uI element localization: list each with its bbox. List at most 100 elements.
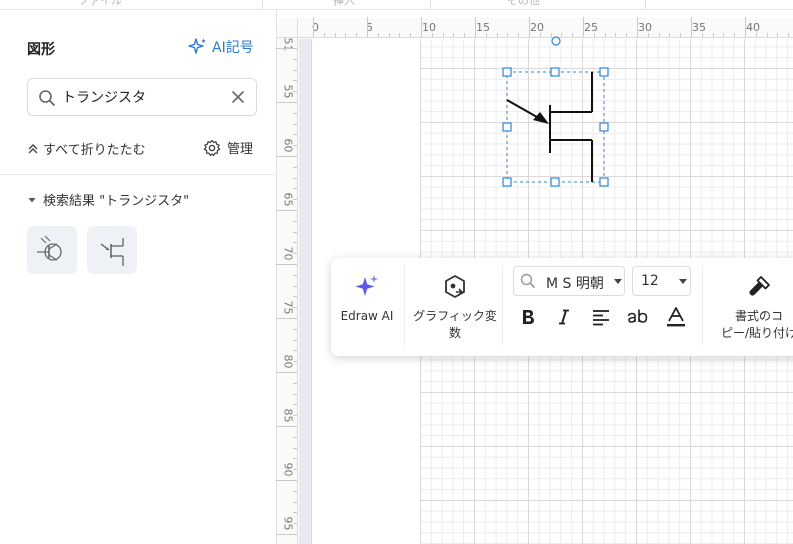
hruler-label: 15 [476,21,490,34]
caret-down-icon [28,197,36,202]
top-tab-strip: ファイル 挿入 その他 [0,0,793,10]
lowercase-ab-icon [627,309,648,323]
selected-transistor-shape[interactable] [498,35,618,195]
resize-handle[interactable] [550,177,560,187]
ruler-tick [293,220,297,222]
ruler-tick [293,436,297,438]
clear-search-icon[interactable] [230,89,246,105]
ruler-tick [276,372,297,373]
format-painter-label-2: ピー/貼り付け [720,326,793,340]
bold-button[interactable] [514,303,542,331]
graphic-variable-button[interactable]: グラフィック変 数 [411,272,499,350]
manage-button[interactable]: 管理 [203,138,253,157]
sparkle-icon [188,38,206,54]
graphic-variable-label-1: グラフィック変 [413,309,497,323]
shape-search-box[interactable] [27,78,257,116]
ruler-tick [293,112,297,114]
result-shape-transistor[interactable] [87,226,137,274]
ruler-tick [377,33,379,37]
format-painter-button[interactable]: 書式のコ ピー/貼り付け [711,272,793,350]
hruler-label: 40 [746,21,760,34]
font-size-select[interactable]: 12 [632,266,691,296]
font-family-value: M S 明朝 [546,276,604,292]
resize-handle[interactable] [502,67,512,77]
toolbar-separator [404,266,405,346]
transistor-symbol-icon [100,238,124,266]
ruler-tick [475,17,476,37]
italic-icon [559,309,569,325]
chevron-down-icon [614,279,622,284]
manage-label: 管理 [227,142,254,157]
ruler-tick [293,296,297,298]
ruler-tick [293,512,297,514]
ruler-tick [293,404,297,406]
collapse-all-button[interactable]: すべて折りたたむ [27,139,146,158]
resize-handle[interactable] [502,122,512,132]
ruler-tick [276,156,297,157]
italic-button[interactable] [550,303,578,331]
ruler-tick [367,17,368,37]
font-size-value: 12 [641,273,659,289]
align-button[interactable] [587,303,615,331]
tab-insert[interactable]: 挿入 [333,0,355,8]
ruler-tick [345,33,347,37]
ruler-tick [293,393,297,395]
resize-handle[interactable] [550,67,560,77]
ruler-tick [276,48,297,49]
ruler-tick [755,33,757,37]
ruler-tick [276,102,297,103]
edraw-ai-button[interactable]: Edraw AI [337,272,397,334]
ruler-tick [293,58,297,60]
ruler-tick [293,134,297,136]
gear-icon [203,139,221,156]
vertical-ruler: 51 55 60 65 70 75 80 85 90 95 [276,37,298,544]
ruler-tick [293,177,297,179]
font-family-select[interactable]: M S 明朝 [513,266,625,296]
ruler-tick [293,231,297,233]
graphic-variable-label-2: 数 [448,326,461,340]
resize-handle[interactable] [599,67,609,77]
ruler-tick [334,33,336,37]
ruler-tick [276,534,297,535]
ruler-tick [293,501,297,503]
ruler-tick [276,318,297,319]
tab-other[interactable]: その他 [507,0,540,8]
ruler-tick [293,447,297,449]
ruler-tick [788,33,790,37]
ruler-tick [293,339,297,341]
resize-handle[interactable] [599,122,609,132]
ruler-tick [293,145,297,147]
ruler-tick [293,328,297,330]
resize-handle[interactable] [599,177,609,187]
result-shape-phototransistor[interactable] [27,226,77,274]
ai-symbol-link[interactable]: AI記号 [188,37,254,57]
shapes-panel: 図形 AI記号 すべて折りたたむ 管理 [0,10,277,544]
ruler-tick [583,17,584,37]
ruler-tick [276,210,297,211]
ruler-tick [464,33,466,37]
font-color-button[interactable] [662,303,690,331]
shape-search-input[interactable] [62,87,222,107]
ruler-tick [293,490,297,492]
ruler-tick [293,350,297,352]
ruler-tick [293,307,297,309]
tab-file[interactable]: ファイル [78,0,122,8]
text-case-button[interactable] [624,303,652,331]
rotate-handle[interactable] [551,36,561,46]
ruler-tick [293,242,297,244]
resize-handle[interactable] [502,177,512,187]
ruler-tick [485,33,487,37]
search-results-label: 検索結果 "トランジスタ" [43,194,190,209]
ruler-tick [276,426,297,427]
hruler-label: 10 [422,21,436,34]
ruler-tick [766,33,768,37]
ruler-tick [293,382,297,384]
vruler-label: 51 [281,37,294,51]
phototransistor-icon [37,235,62,261]
bold-icon [523,310,534,324]
search-results-header[interactable]: 検索結果 "トランジスタ" [27,190,189,209]
hruler-label: 35 [692,21,706,34]
ruler-tick [293,523,297,525]
ruler-tick [745,17,746,37]
ruler-tick [637,17,638,37]
